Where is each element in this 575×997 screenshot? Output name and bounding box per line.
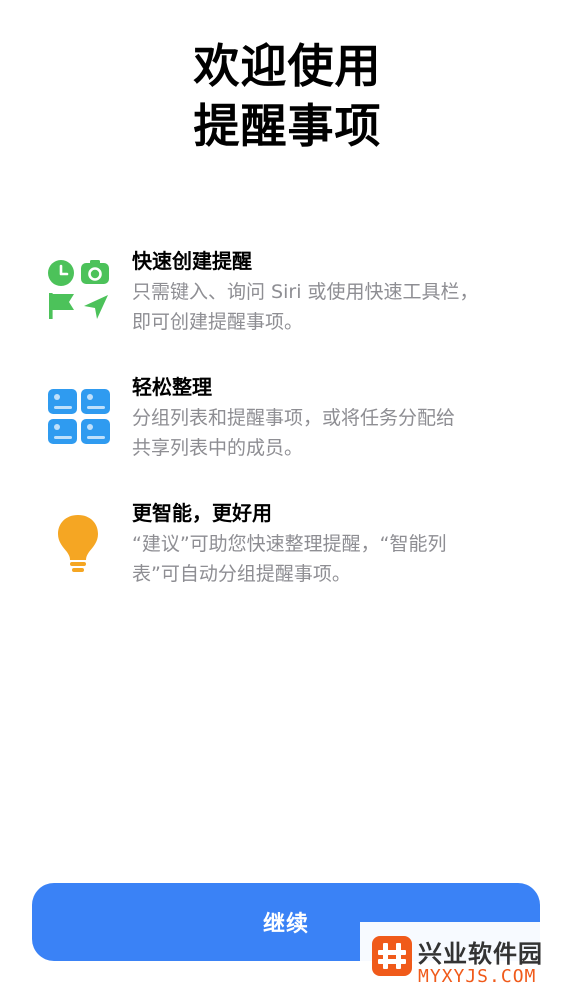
- watermark-url: MYXYJS.COM: [418, 966, 537, 987]
- lists-grid-icon: [48, 389, 110, 444]
- feature-smart: 更智能，更好用 “建议”可助您快速整理提醒，“智能列 表”可自动分组提醒事项。: [0, 499, 575, 609]
- feature-description-line-2: 表”可自动分组提醒事项。: [132, 563, 351, 585]
- title-line-2: 提醒事项: [193, 99, 382, 153]
- feature-description: “建议”可助您快速整理提醒，“智能列 表”可自动分组提醒事项。: [132, 529, 522, 589]
- feature-quick-create: 快速创建提醒 只需键入、询问 Siri 或使用快速工具栏， 即可创建提醒事项。: [0, 247, 575, 357]
- feature-title: 快速创建提醒: [132, 249, 252, 273]
- feature-title: 更智能，更好用: [132, 501, 272, 525]
- feature-description-line-2: 即可创建提醒事项。: [132, 311, 304, 333]
- feature-description: 分组列表和提醒事项，或将任务分配给 共享列表中的成员。: [132, 403, 522, 463]
- feature-description: 只需键入、询问 Siri 或使用快速工具栏， 即可创建提醒事项。: [132, 277, 522, 337]
- lightbulb-icon: [58, 515, 98, 572]
- feature-description-line-1: 只需键入、询问 Siri 或使用快速工具栏，: [132, 281, 479, 303]
- page-title: 欢迎使用 提醒事项: [0, 36, 575, 156]
- feature-description-line-2: 共享列表中的成员。: [132, 437, 304, 459]
- feature-description-line-1: “建议”可助您快速整理提醒，“智能列: [132, 533, 447, 555]
- watermark-logo-icon: [372, 936, 412, 976]
- feature-title: 轻松整理: [132, 375, 212, 399]
- reminder-types-icon: [48, 260, 109, 319]
- feature-organize: 轻松整理 分组列表和提醒事项，或将任务分配给 共享列表中的成员。: [0, 373, 575, 483]
- watermark: 兴业软件园 MYXYJS.COM: [360, 922, 575, 997]
- feature-description-line-1: 分组列表和提醒事项，或将任务分配给: [132, 407, 456, 429]
- title-line-1: 欢迎使用: [193, 39, 382, 93]
- watermark-name: 兴业软件园: [418, 940, 543, 968]
